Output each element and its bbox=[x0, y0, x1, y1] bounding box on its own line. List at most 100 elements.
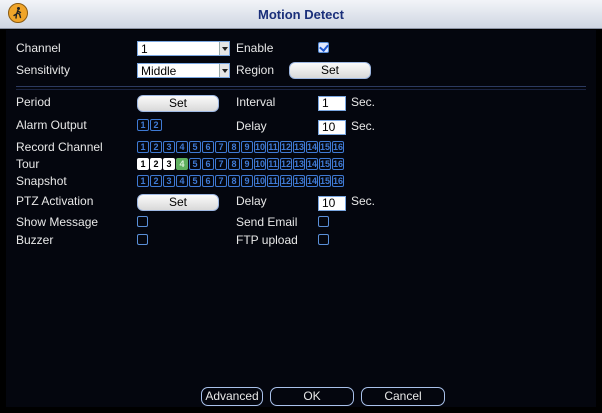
chevron-down-icon bbox=[219, 64, 229, 77]
tour-channel-row: 1 2 3 4 5 6 7 8 9 10 11 12 13 14 15 16 bbox=[137, 158, 345, 170]
window-title: Motion Detect bbox=[258, 7, 344, 22]
sensitivity-value: Middle bbox=[141, 64, 177, 78]
ptz-delay-label: Delay bbox=[236, 194, 267, 208]
cancel-button[interactable]: Cancel bbox=[361, 387, 445, 406]
record-channel-2[interactable]: 2 bbox=[150, 141, 162, 153]
snapshot-channel-9[interactable]: 9 bbox=[241, 175, 253, 187]
show-message-checkbox[interactable] bbox=[137, 216, 148, 227]
tour-channel-15[interactable]: 15 bbox=[319, 158, 331, 170]
snapshot-channel-16[interactable]: 16 bbox=[332, 175, 344, 187]
ftp-upload-checkbox[interactable] bbox=[318, 234, 329, 245]
tour-channel-1[interactable]: 1 bbox=[137, 158, 149, 170]
ok-button[interactable]: OK bbox=[270, 387, 354, 406]
region-set-button[interactable]: Set bbox=[289, 62, 371, 79]
ptz-activation-label: PTZ Activation bbox=[16, 194, 94, 208]
snapshot-channel-6[interactable]: 6 bbox=[202, 175, 214, 187]
delay-label: Delay bbox=[236, 119, 267, 133]
buzzer-label: Buzzer bbox=[16, 233, 54, 247]
tour-channel-6[interactable]: 6 bbox=[202, 158, 214, 170]
snapshot-channel-8[interactable]: 8 bbox=[228, 175, 240, 187]
snapshot-channel-15[interactable]: 15 bbox=[319, 175, 331, 187]
tour-channel-2[interactable]: 2 bbox=[150, 158, 162, 170]
record-channel-4[interactable]: 4 bbox=[176, 141, 188, 153]
chevron-down-icon bbox=[219, 42, 229, 55]
buzzer-checkbox[interactable] bbox=[137, 234, 148, 245]
alarm-output-channel-2[interactable]: 2 bbox=[150, 119, 162, 131]
snapshot-channel-2[interactable]: 2 bbox=[150, 175, 162, 187]
period-label: Period bbox=[16, 95, 51, 109]
tour-channel-4[interactable]: 4 bbox=[176, 158, 188, 170]
snapshot-label: Snapshot bbox=[16, 174, 67, 188]
channel-dropdown[interactable]: 1 bbox=[137, 41, 230, 56]
snapshot-channel-12[interactable]: 12 bbox=[280, 175, 292, 187]
interval-label: Interval bbox=[236, 95, 276, 109]
delay-input[interactable]: 10 bbox=[318, 120, 346, 135]
snapshot-channel-4[interactable]: 4 bbox=[176, 175, 188, 187]
record-channel-6[interactable]: 6 bbox=[202, 141, 214, 153]
ptz-delay-unit: Sec. bbox=[351, 194, 376, 208]
tour-channel-3[interactable]: 3 bbox=[163, 158, 175, 170]
alarm-output-channel-1[interactable]: 1 bbox=[137, 119, 149, 131]
record-channel-10[interactable]: 10 bbox=[254, 141, 266, 153]
settings-panel: Channel 1 Enable Sensitivity Middle Regi… bbox=[6, 30, 596, 407]
snapshot-channel-5[interactable]: 5 bbox=[189, 175, 201, 187]
tour-channel-11[interactable]: 11 bbox=[267, 158, 279, 170]
snapshot-channel-13[interactable]: 13 bbox=[293, 175, 305, 187]
record-channel-15[interactable]: 15 bbox=[319, 141, 331, 153]
tour-channel-8[interactable]: 8 bbox=[228, 158, 240, 170]
record-channel-label: Record Channel bbox=[16, 140, 103, 154]
record-channel-11[interactable]: 11 bbox=[267, 141, 279, 153]
period-set-button[interactable]: Set bbox=[137, 95, 219, 112]
tour-channel-14[interactable]: 14 bbox=[306, 158, 318, 170]
record-channel-12[interactable]: 12 bbox=[280, 141, 292, 153]
ftp-upload-label: FTP upload bbox=[236, 233, 298, 247]
send-email-label: Send Email bbox=[236, 215, 298, 229]
snapshot-channel-1[interactable]: 1 bbox=[137, 175, 149, 187]
record-channel-9[interactable]: 9 bbox=[241, 141, 253, 153]
interval-input[interactable]: 1 bbox=[318, 96, 346, 111]
interval-unit: Sec. bbox=[351, 95, 376, 109]
channel-label: Channel bbox=[16, 41, 61, 55]
snapshot-channel-14[interactable]: 14 bbox=[306, 175, 318, 187]
record-channel-13[interactable]: 13 bbox=[293, 141, 305, 153]
record-channel-8[interactable]: 8 bbox=[228, 141, 240, 153]
record-channel-16[interactable]: 16 bbox=[332, 141, 344, 153]
sensitivity-dropdown[interactable]: Middle bbox=[137, 63, 230, 78]
record-channel-5[interactable]: 5 bbox=[189, 141, 201, 153]
snapshot-channel-7[interactable]: 7 bbox=[215, 175, 227, 187]
snapshot-channel-3[interactable]: 3 bbox=[163, 175, 175, 187]
advanced-button[interactable]: Advanced bbox=[201, 387, 263, 406]
tour-channel-9[interactable]: 9 bbox=[241, 158, 253, 170]
tour-channel-16[interactable]: 16 bbox=[332, 158, 344, 170]
tour-label: Tour bbox=[16, 157, 40, 171]
record-channel-3[interactable]: 3 bbox=[163, 141, 175, 153]
send-email-checkbox[interactable] bbox=[318, 216, 329, 227]
sensitivity-label: Sensitivity bbox=[16, 63, 71, 77]
snapshot-channel-11[interactable]: 11 bbox=[267, 175, 279, 187]
enable-label: Enable bbox=[236, 41, 274, 55]
snapshot-channel-10[interactable]: 10 bbox=[254, 175, 266, 187]
show-message-label: Show Message bbox=[16, 215, 99, 229]
region-label: Region bbox=[236, 63, 275, 77]
divider bbox=[16, 89, 586, 90]
tour-channel-5[interactable]: 5 bbox=[189, 158, 201, 170]
record-channel-7[interactable]: 7 bbox=[215, 141, 227, 153]
tour-channel-12[interactable]: 12 bbox=[280, 158, 292, 170]
record-channel-1[interactable]: 1 bbox=[137, 141, 149, 153]
record-channel-14[interactable]: 14 bbox=[306, 141, 318, 153]
ptz-set-button[interactable]: Set bbox=[137, 194, 219, 211]
delay-unit: Sec. bbox=[351, 119, 376, 133]
divider bbox=[16, 86, 586, 87]
alarm-output-label: Alarm Output bbox=[16, 118, 87, 132]
title-bar: Motion Detect bbox=[0, 0, 602, 29]
snapshot-channel-row: 1 2 3 4 5 6 7 8 9 10 11 12 13 14 15 16 bbox=[137, 175, 345, 187]
record-channel-row: 1 2 3 4 5 6 7 8 9 10 11 12 13 14 15 16 bbox=[137, 141, 345, 153]
tour-channel-10[interactable]: 10 bbox=[254, 158, 266, 170]
alarm-output-channels: 12 bbox=[137, 119, 163, 131]
tour-channel-7[interactable]: 7 bbox=[215, 158, 227, 170]
motion-detect-window: Motion Detect Channel 1 Enable Sensitivi… bbox=[0, 0, 602, 413]
enable-checkbox[interactable] bbox=[318, 42, 329, 53]
channel-value: 1 bbox=[141, 42, 148, 56]
tour-channel-13[interactable]: 13 bbox=[293, 158, 305, 170]
ptz-delay-input[interactable]: 10 bbox=[318, 196, 346, 211]
